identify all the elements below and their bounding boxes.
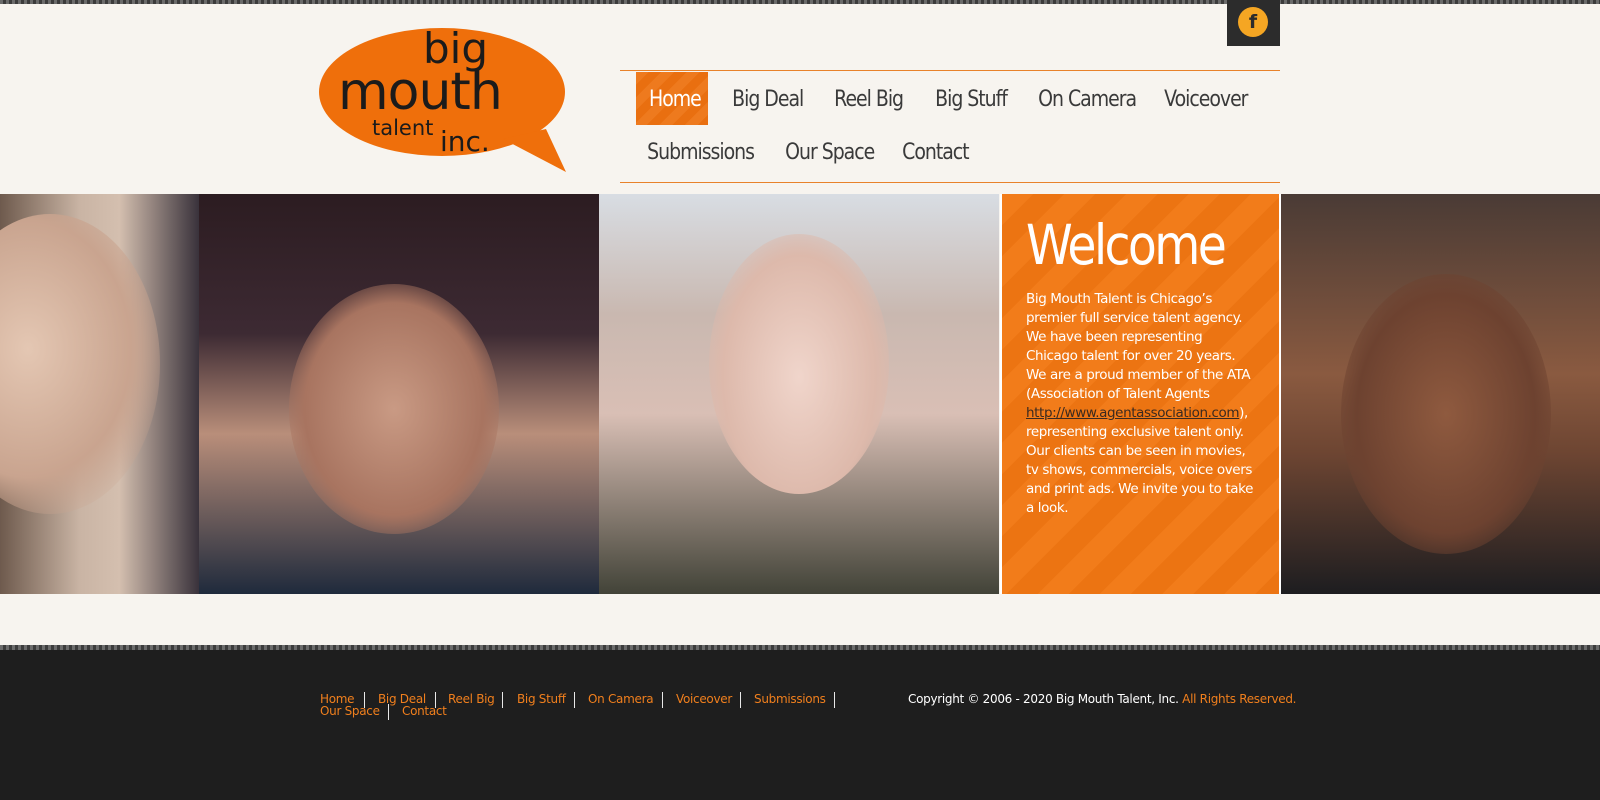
ata-link[interactable]: http://www.agentassociation.com — [1026, 405, 1240, 421]
footer-separator — [388, 704, 389, 720]
logo-word-mouth: mouth — [338, 62, 503, 122]
footer-separator — [740, 692, 741, 708]
footer-link-big-stuff[interactable]: Big Stuff — [517, 692, 566, 706]
main-navigation: Home Big Deal Reel Big Big Stuff On Came… — [620, 70, 1280, 183]
footer-separator — [834, 692, 835, 708]
talent-headshot-1[interactable] — [0, 194, 199, 594]
nav-item-our-space[interactable]: Our Space — [774, 125, 885, 178]
site-logo[interactable]: big mouth talent inc. — [318, 24, 573, 174]
nav-item-submissions[interactable]: Submissions — [636, 125, 765, 178]
copyright-notice: Copyright © 2006 - 2020 Big Mouth Talent… — [908, 692, 1297, 706]
nav-item-voiceover[interactable]: Voiceover — [1153, 72, 1259, 125]
top-border-stripe — [0, 0, 1600, 4]
footer-link-submissions[interactable]: Submissions — [754, 692, 826, 706]
footer-link-our-space[interactable]: Our Space — [320, 704, 380, 718]
logo-word-inc: inc. — [440, 125, 490, 158]
nav-item-on-camera[interactable]: On Camera — [1027, 72, 1147, 125]
nav-item-big-stuff[interactable]: Big Stuff — [924, 72, 1018, 125]
talent-headshot-2[interactable] — [199, 194, 599, 594]
talent-headshot-4[interactable] — [1281, 194, 1600, 594]
nav-item-contact[interactable]: Contact — [891, 125, 980, 178]
face-shape — [289, 284, 499, 534]
nav-item-reel-big[interactable]: Reel Big — [823, 72, 914, 125]
footer-separator — [502, 692, 503, 708]
footer-link-contact[interactable]: Contact — [402, 704, 447, 718]
face-shape — [709, 234, 889, 494]
footer: Home Big Deal Reel Big Big Stuff On Came… — [0, 650, 1600, 800]
footer-link-reel-big[interactable]: Reel Big — [448, 692, 495, 706]
footer-separator — [574, 692, 575, 708]
nav-item-big-deal[interactable]: Big Deal — [721, 72, 814, 125]
welcome-panel: Welcome Big Mouth Talent is Chicago’s pr… — [1000, 194, 1281, 594]
facebook-icon: f — [1238, 7, 1268, 37]
welcome-title: Welcome — [1026, 213, 1227, 277]
face-shape — [0, 214, 160, 514]
footer-link-on-camera[interactable]: On Camera — [588, 692, 654, 706]
footer-separator — [662, 692, 663, 708]
hero-banner — [0, 194, 1600, 594]
rights-reserved: All Rights Reserved. — [1182, 692, 1297, 706]
facebook-link[interactable]: f — [1227, 0, 1280, 46]
talent-headshot-3[interactable] — [599, 194, 999, 594]
nav-item-home[interactable]: Home — [636, 72, 708, 125]
face-shape — [1341, 274, 1551, 554]
welcome-text: Big Mouth Talent is Chicago’s premier fu… — [1026, 291, 1253, 516]
logo-word-talent: talent — [372, 116, 434, 140]
footer-link-voiceover[interactable]: Voiceover — [676, 692, 732, 706]
